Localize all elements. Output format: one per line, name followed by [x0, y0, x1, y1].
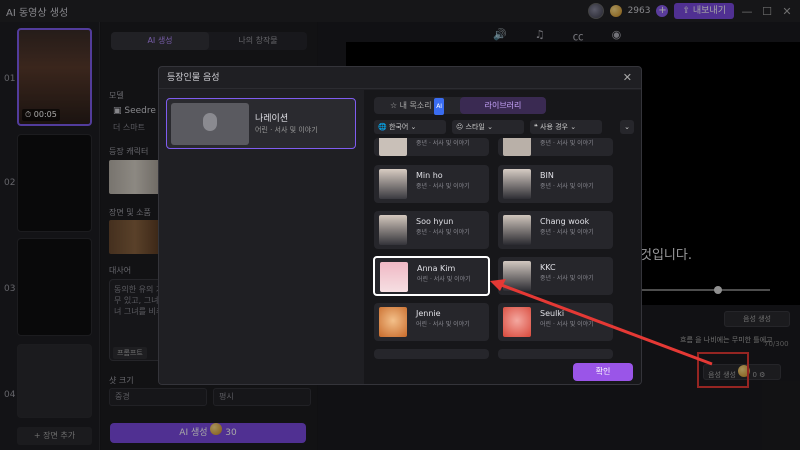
narration-card[interactable]: 나레이션 어린 · 서사 및 이야기 [166, 98, 356, 149]
voice-card[interactable]: Soo hyun 중년 · 서사 및 이야기 [374, 211, 489, 249]
modal-title: 등장인물 음성 [159, 67, 641, 89]
voice-desc: 중년 · 서사 및 이야기 [416, 140, 470, 147]
voice-card[interactable]: Seulki 어린 · 서사 및 이야기 [498, 303, 613, 341]
narration-image [171, 103, 249, 145]
voice-photo [379, 169, 407, 199]
voice-name: Soo hyun [416, 217, 454, 226]
voice-photo [503, 261, 531, 291]
voice-photo [503, 169, 531, 199]
confirm-button[interactable]: 확인 [573, 363, 633, 381]
usecase-filter[interactable]: ❝ 사용 경우 ⌄ [530, 120, 602, 134]
narration-title: 나레이션 [255, 114, 289, 124]
voice-desc: 어린 · 서사 및 이야기 [417, 276, 471, 283]
narration-sub: 어린 · 서사 및 이야기 [255, 126, 318, 134]
ai-badge: AI [434, 98, 445, 115]
voice-name: Jennie [416, 309, 441, 318]
usecase-label: 사용 경우 [540, 123, 568, 131]
voice-desc: 어린 · 서사 및 이야기 [540, 321, 594, 328]
voice-desc: 중년 · 서사 및 이야기 [540, 140, 594, 147]
voice-name: KKC [540, 263, 556, 272]
character-list: 나레이션 어린 · 서사 및 이야기 [159, 90, 364, 384]
voice-photo [503, 138, 531, 156]
voice-desc: 중년 · 서사 및 이야기 [416, 229, 470, 236]
voice-card-selected[interactable]: Anna Kim 어린 · 서사 및 이야기 [373, 256, 490, 296]
voice-desc: 중년 · 서사 및 이야기 [540, 229, 594, 236]
chevron-down-icon[interactable]: ⌄ [620, 120, 634, 134]
voice-library: ☆ 내 목소리 AI 라이브러리 🌐 한국어 ⌄ 😐 스타일 ⌄ ❝ 사용 경우… [364, 90, 641, 384]
voice-photo [380, 262, 408, 292]
voice-card[interactable]: 중년 · 서사 및 이야기 [498, 138, 613, 156]
voice-photo [503, 215, 531, 245]
voice-photo [503, 307, 531, 337]
character-voice-modal: 등장인물 음성 ✕ 나레이션 어린 · 서사 및 이야기 ☆ 내 목소리 AI … [158, 66, 642, 385]
voice-card[interactable]: Chang wook 중년 · 서사 및 이야기 [498, 211, 613, 249]
language-filter[interactable]: 🌐 한국어 ⌄ [374, 120, 446, 134]
voice-card[interactable]: BIN 중년 · 서사 및 이야기 [498, 165, 613, 203]
voice-photo [379, 307, 407, 337]
style-label: 스타일 [465, 123, 485, 131]
tab-library[interactable]: 라이브러리 [460, 97, 546, 114]
voice-desc: 중년 · 서사 및 이야기 [540, 275, 594, 282]
voice-desc: 중년 · 서사 및 이야기 [540, 183, 594, 190]
close-icon[interactable]: ✕ [623, 71, 632, 84]
voice-name: Anna Kim [417, 264, 456, 273]
voice-name: Seulki [540, 309, 565, 318]
voice-name: Min ho [416, 171, 443, 180]
voice-desc: 중년 · 서사 및 이야기 [416, 183, 470, 190]
voice-name: Chang wook [540, 217, 590, 226]
voice-card[interactable]: KKC 중년 · 서사 및 이야기 [498, 257, 613, 295]
voice-card[interactable] [374, 349, 489, 359]
style-filter[interactable]: 😐 스타일 ⌄ [452, 120, 524, 134]
voice-card[interactable]: Min ho 중년 · 서사 및 이야기 [374, 165, 489, 203]
tab-my-label: 내 목소리 [399, 101, 432, 110]
voice-card[interactable] [498, 349, 613, 359]
voice-name: BIN [540, 171, 554, 180]
voice-card[interactable]: 중년 · 서사 및 이야기 [374, 138, 489, 156]
voice-card[interactable]: Jennie 어린 · 서사 및 이야기 [374, 303, 489, 341]
voice-tabs: ☆ 내 목소리 AI 라이브러리 [374, 97, 546, 115]
tab-my-voice[interactable]: ☆ 내 목소리 AI [374, 97, 460, 115]
language-label: 한국어 [388, 123, 409, 131]
voice-photo [379, 215, 407, 245]
microphone-icon [203, 113, 217, 131]
voice-desc: 어린 · 서사 및 이야기 [416, 321, 470, 328]
voice-filters: 🌐 한국어 ⌄ 😐 스타일 ⌄ ❝ 사용 경우 ⌄ [374, 120, 602, 134]
voice-photo [379, 138, 407, 156]
